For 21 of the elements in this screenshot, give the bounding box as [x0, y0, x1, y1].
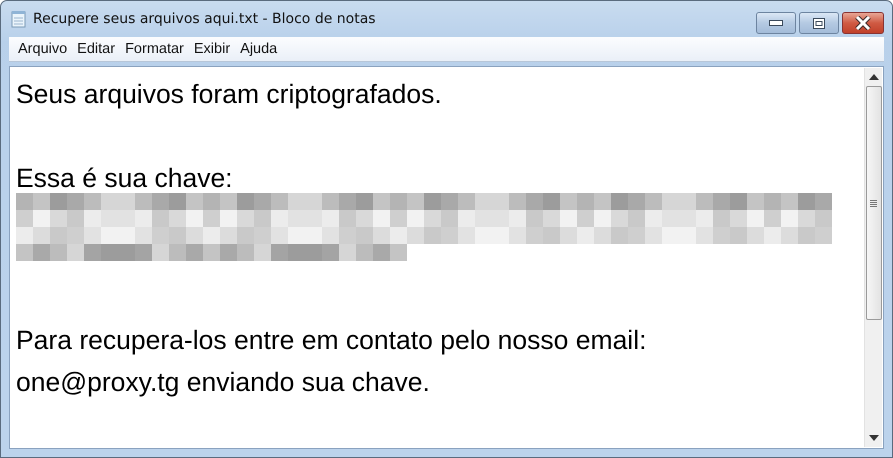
text-line: one@proxy.tg enviando sua chave.: [16, 366, 431, 399]
minimize-icon: [769, 20, 783, 26]
scroll-down-arrow-icon[interactable]: [868, 435, 878, 441]
scroll-up-arrow-icon[interactable]: [868, 74, 878, 80]
text-line: Essa é sua chave:: [16, 162, 234, 195]
minimize-button[interactable]: [756, 12, 796, 34]
scrollbar-thumb[interactable]: [866, 86, 882, 320]
text-line: Seus arquivos foram criptografados.: [16, 78, 443, 111]
menu-item[interactable]: Ajuda: [235, 41, 282, 57]
menu-item[interactable]: Editar: [72, 41, 120, 57]
maximize-button[interactable]: [799, 12, 839, 34]
vertical-scrollbar[interactable]: [864, 68, 882, 447]
text-line: Para recupera-los entre em contato pelo nosso email:: [16, 324, 648, 357]
window-title: Recupere seus arquivos aqui.txt - Bloco de notas: [33, 11, 377, 27]
notepad-icon: [11, 10, 27, 28]
menu-item[interactable]: Arquivo: [13, 41, 72, 57]
maximize-icon: [813, 18, 825, 28]
menu-item[interactable]: Formatar: [120, 41, 189, 57]
close-icon: [855, 16, 871, 30]
close-button[interactable]: [842, 12, 884, 34]
menu-item[interactable]: Exibir: [188, 41, 236, 57]
